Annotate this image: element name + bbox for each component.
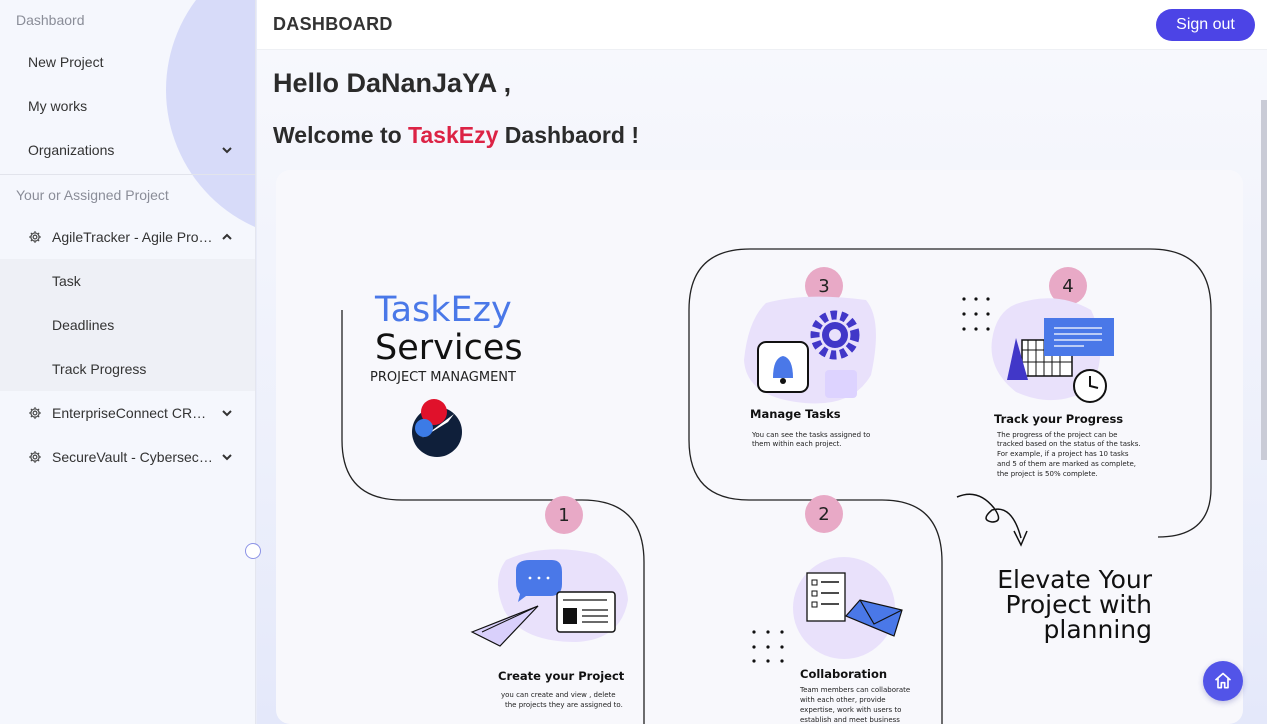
welcome-heading: Welcome to TaskEzy Dashbaord ! — [273, 122, 639, 149]
sidebar-project-securevault[interactable]: SecureVault - Cybersecurity — [0, 435, 255, 479]
note-icon — [825, 370, 857, 398]
infographic-brand: TaskEzy — [374, 290, 512, 330]
chevron-down-icon — [222, 410, 232, 417]
project-label: SecureVault - Cybersecurity — [52, 449, 214, 465]
step-desc: you can create and view , delete — [501, 691, 616, 699]
step-desc: establish and meet business — [800, 716, 900, 724]
step-number: 2 — [818, 504, 829, 525]
step-title: Create your Project — [498, 669, 625, 683]
welcome-prefix: Welcome to — [273, 122, 409, 148]
step-number: 3 — [818, 276, 829, 297]
sidebar-item-label: Organizations — [28, 142, 115, 158]
subitem-label: Task — [52, 273, 81, 289]
step-desc: For example, if a project has 10 tasks — [997, 450, 1129, 458]
chevron-up-icon — [222, 233, 232, 240]
checklist-icon — [806, 572, 846, 622]
dots-decoration — [962, 297, 990, 331]
scrollbar[interactable] — [1261, 100, 1267, 460]
step-desc: and 5 of them are marked as complete, — [997, 460, 1136, 468]
step-desc: the projects they are assigned to. — [505, 701, 623, 709]
infographic-services: Services — [375, 328, 523, 368]
sidebar-subitem-deadlines[interactable]: Deadlines — [0, 303, 255, 347]
subitem-label: Track Progress — [52, 361, 147, 377]
step-desc: with each other, provide — [800, 696, 886, 704]
welcome-brand: TaskEzy — [408, 122, 499, 148]
infographic-subtitle: PROJECT MANAGMENT — [370, 370, 516, 385]
document-icon — [1044, 318, 1114, 356]
gear-icon — [29, 451, 41, 463]
sidebar-subitem-task[interactable]: Task — [0, 259, 255, 303]
sidebar-section-dashboard: Dashbaord — [16, 12, 85, 28]
home-button[interactable] — [1203, 661, 1243, 701]
clock-icon — [1073, 369, 1107, 403]
sidebar-section-projects: Your or Assigned Project — [16, 187, 169, 203]
step-desc: the project is 50% complete. — [997, 470, 1098, 478]
step-title: Collaboration — [800, 667, 887, 681]
top-bar: DASHBOARD Sign out — [257, 0, 1267, 50]
bell-icon — [757, 341, 809, 393]
step-title: Manage Tasks — [750, 407, 841, 421]
step-number: 1 — [558, 505, 569, 526]
home-icon — [1214, 672, 1232, 689]
gear-icon — [29, 407, 41, 419]
sidebar: Dashbaord New Project My works Organizat… — [0, 0, 256, 724]
project-label: AgileTracker - Agile Project Management — [52, 229, 214, 245]
sidebar-project-agiletracker[interactable]: AgileTracker - Agile Project Management — [0, 215, 255, 259]
welcome-suffix: Dashbaord ! — [498, 122, 639, 148]
greeting: Hello DaNanJaYA , — [273, 68, 512, 98]
project-label: EnterpriseConnect CRM Suite — [52, 405, 214, 421]
step-desc: expertise, work with users to — [800, 706, 901, 714]
sidebar-subitem-track-progress[interactable]: Track Progress — [0, 347, 255, 391]
step-number: 4 — [1062, 276, 1073, 297]
project-subnav: Task Deadlines Track Progress — [0, 259, 255, 391]
chevron-down-icon — [222, 454, 232, 461]
step-desc: The progress of the project can be — [996, 431, 1117, 439]
page-title: DASHBOARD — [273, 14, 393, 34]
step-desc: Team members can collaborate — [799, 686, 910, 694]
step-title: Track your Progress — [994, 412, 1123, 426]
subitem-label: Deadlines — [52, 317, 115, 333]
sidebar-item-new-project[interactable]: New Project — [0, 40, 255, 84]
sidebar-project-enterpriseconnect[interactable]: EnterpriseConnect CRM Suite — [0, 391, 255, 435]
gear-icon — [29, 231, 41, 243]
step-desc: them within each project. — [752, 440, 842, 448]
sidebar-collapse-handle[interactable] — [245, 543, 261, 559]
step-desc: You can see the tasks assigned to — [751, 431, 870, 439]
sign-out-button[interactable]: Sign out — [1156, 9, 1255, 41]
curly-arrow-icon — [956, 493, 1028, 547]
sidebar-item-organizations[interactable]: Organizations — [0, 128, 255, 172]
tagline-line: planning — [1044, 615, 1152, 644]
sidebar-item-label: My works — [28, 98, 88, 114]
sidebar-item-my-works[interactable]: My works — [0, 84, 255, 128]
rocket-logo-icon — [412, 399, 462, 457]
sidebar-item-label: New Project — [28, 54, 104, 70]
step-desc: tracked based on the status of the tasks… — [997, 440, 1141, 448]
infographic-svg: TaskEzy Services PROJECT MANAGMENT 3 Man… — [341, 248, 1212, 724]
browser-window-icon — [556, 591, 616, 633]
services-infographic: TaskEzy Services PROJECT MANAGMENT 3 Man… — [276, 170, 1243, 724]
dots-decoration — [752, 630, 784, 663]
chevron-down-icon — [222, 147, 232, 154]
